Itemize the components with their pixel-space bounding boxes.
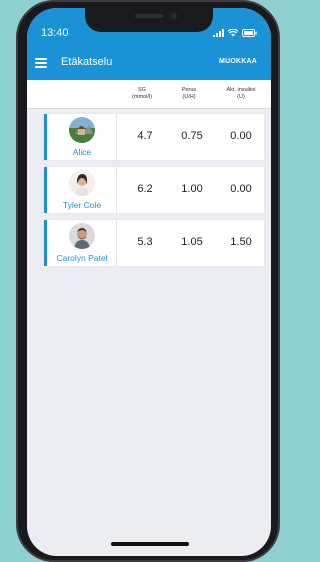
patient-cell: Tyler Cole bbox=[47, 167, 117, 213]
column-unit-basal: (U/H) bbox=[182, 94, 196, 100]
signal-icon bbox=[213, 29, 224, 37]
patient-cell: Alice bbox=[47, 114, 117, 160]
avatar bbox=[69, 117, 95, 143]
basal-value: 1.05 bbox=[181, 236, 203, 248]
screen: 13:40 Etäkatselu MUOKKAA SG (mmol/l) Per… bbox=[27, 8, 271, 556]
column-title-active-insulin: Akt. insuliini bbox=[226, 87, 256, 93]
status-time: 13:40 bbox=[41, 27, 69, 39]
avatar bbox=[69, 223, 95, 249]
column-header-basal: Perus (U/H) bbox=[169, 87, 209, 101]
column-title-basal: Perus bbox=[181, 87, 197, 93]
wifi-icon bbox=[228, 29, 238, 37]
sg-value: 5.3 bbox=[137, 236, 153, 248]
active-insulin-value: 1.50 bbox=[230, 236, 252, 248]
active-insulin-value: 0.00 bbox=[230, 183, 252, 195]
active-insulin-value: 0.00 bbox=[230, 130, 252, 142]
sg-value: 4.7 bbox=[137, 130, 153, 142]
patient-name: Tyler Cole bbox=[62, 200, 102, 210]
speaker-grille bbox=[135, 14, 163, 18]
patient-name: Alice bbox=[72, 147, 92, 157]
edit-button[interactable]: MUOKKAA bbox=[219, 58, 257, 65]
patient-card[interactable]: Alice 4.7 0.75 0.00 bbox=[44, 114, 264, 160]
menu-icon[interactable] bbox=[35, 58, 47, 68]
basal-value: 1.00 bbox=[181, 183, 203, 195]
patient-card[interactable]: Carolyn Patel 5.3 1.05 1.50 bbox=[44, 220, 264, 266]
camera-icon bbox=[171, 13, 177, 19]
column-title-sg: SG bbox=[138, 87, 146, 93]
patient-name: Carolyn Patel bbox=[56, 253, 108, 263]
toolbar: Etäkatselu MUOKKAA bbox=[27, 52, 271, 76]
status-icons bbox=[213, 29, 257, 37]
sg-value: 6.2 bbox=[137, 183, 153, 195]
home-indicator[interactable] bbox=[111, 542, 189, 546]
column-header-bar: SG (mmol/l) Perus (U/H) Akt. insuliini (… bbox=[27, 80, 271, 109]
page-title: Etäkatselu bbox=[61, 56, 113, 68]
patient-card[interactable]: Tyler Cole 6.2 1.00 0.00 bbox=[44, 167, 264, 213]
avatar bbox=[69, 170, 95, 196]
column-unit-sg: (mmol/l) bbox=[132, 94, 152, 100]
phone-frame: 13:40 Etäkatselu MUOKKAA SG (mmol/l) Per… bbox=[16, 0, 280, 562]
patient-cell: Carolyn Patel bbox=[47, 220, 117, 266]
notch bbox=[85, 8, 213, 32]
column-header-active-insulin: Akt. insuliini (U) bbox=[219, 87, 263, 101]
battery-icon bbox=[242, 29, 257, 37]
column-unit-active-insulin: (U) bbox=[237, 94, 245, 100]
column-header-sg: SG (mmol/l) bbox=[122, 87, 162, 101]
basal-value: 0.75 bbox=[181, 130, 203, 142]
